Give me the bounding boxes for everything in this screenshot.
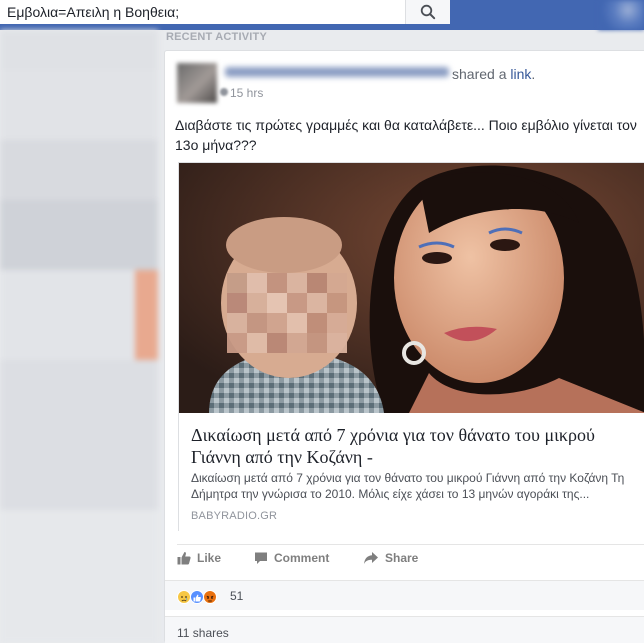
avatar[interactable] — [177, 63, 217, 103]
thumbs-up-icon — [177, 552, 191, 565]
link-preview[interactable]: Δικαίωση μετά από 7 χρόνια για τον θάνατ… — [178, 162, 644, 531]
shared-link[interactable]: link — [510, 66, 531, 82]
search-button[interactable] — [405, 0, 450, 24]
share-icon — [364, 552, 378, 564]
like-button[interactable]: Like — [177, 551, 221, 565]
comment-button[interactable]: Comment — [254, 551, 329, 565]
link-preview-body[interactable]: Δικαίωση μετά από 7 χρόνια για τον θάνατ… — [179, 413, 644, 531]
post-actions: Like Comment Share — [177, 544, 644, 572]
post-card: shared a link. 15 hrs Διαβάστε τις πρώτε… — [164, 50, 644, 643]
shared-prefix: shared a — [452, 66, 511, 82]
share-button[interactable]: Share — [363, 551, 418, 565]
author-name-blurred[interactable] — [225, 67, 449, 77]
link-preview-domain: BABYRADIO.GR — [191, 510, 278, 522]
top-navigation-bar — [0, 0, 644, 30]
recent-activity-label: RECENT ACTIVITY — [166, 31, 267, 43]
share-label: Share — [385, 551, 419, 565]
shares-bar: 11 shares — [165, 616, 644, 643]
search-box — [0, 0, 450, 24]
blurred-left-sidebar — [0, 30, 158, 643]
link-preview-title[interactable]: Δικαίωση μετά από 7 χρόνια για τον θάνατ… — [191, 424, 639, 468]
like-label: Like — [197, 551, 222, 565]
reaction-count[interactable]: 51 — [230, 589, 243, 603]
reactions-bar: 51 — [165, 580, 644, 610]
link-preview-description: Δικαίωση μετά από 7 χρόνια για τον θάνατ… — [191, 471, 625, 501]
post-timestamp[interactable]: 15 hrs — [230, 86, 263, 100]
comment-label: Comment — [274, 551, 330, 565]
search-input[interactable] — [0, 0, 405, 24]
angry-icon[interactable] — [203, 590, 217, 604]
like-icon[interactable] — [190, 590, 204, 604]
sad-icon[interactable] — [177, 590, 191, 604]
link-preview-image[interactable] — [179, 163, 644, 413]
shared-suffix: . — [531, 66, 536, 82]
globe-icon — [220, 88, 228, 96]
post-header-text: shared a link. — [452, 66, 535, 82]
comment-icon — [255, 552, 267, 564]
search-icon — [420, 4, 436, 20]
post-text: Διαβάστε τις πρώτες γραμμές και θα καταλ… — [175, 117, 637, 153]
shares-count[interactable]: 11 shares — [177, 626, 229, 640]
blurred-profile-area — [598, 0, 644, 30]
